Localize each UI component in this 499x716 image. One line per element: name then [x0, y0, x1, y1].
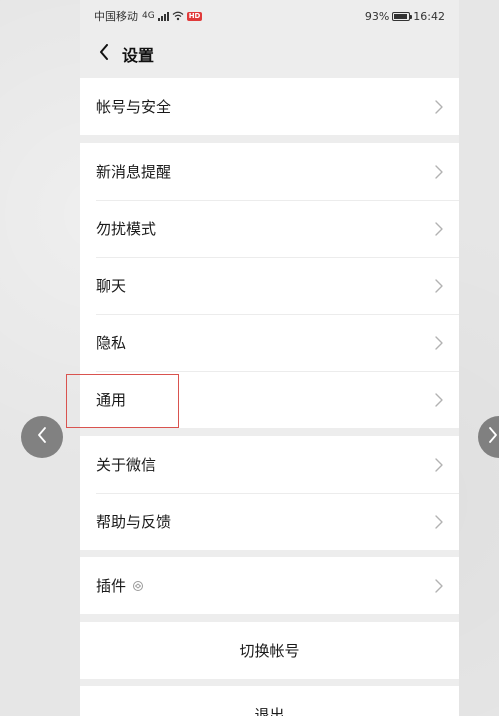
settings-item-general[interactable]: 通用	[80, 371, 459, 428]
settings-item-label: 插件	[96, 577, 127, 595]
gallery-prev-button[interactable]	[21, 416, 63, 458]
chevron-right-icon	[435, 457, 443, 472]
settings-group-general: 新消息提醒 勿扰模式 聊天 隐私 通用	[80, 143, 459, 428]
status-right: 93% 16:42	[365, 10, 445, 23]
chevron-right-icon	[435, 99, 443, 114]
chevron-left-icon	[99, 44, 109, 64]
logout-button[interactable]: 退出	[80, 686, 459, 716]
settings-item-label: 帐号与安全	[96, 98, 172, 116]
network-type: 4G	[142, 11, 155, 21]
settings-item-label: 聊天	[96, 277, 127, 295]
chevron-right-icon	[435, 278, 443, 293]
status-left: 中国移动 4G HD	[94, 8, 203, 24]
page-title: 设置	[122, 46, 155, 65]
chevron-right-icon	[435, 578, 443, 593]
chevron-right-icon	[435, 335, 443, 350]
logout-group: 退出	[80, 686, 459, 716]
settings-item-help-feedback[interactable]: 帮助与反馈	[80, 493, 459, 550]
settings-item-about-wechat[interactable]: 关于微信	[80, 436, 459, 493]
gallery-next-button[interactable]	[478, 416, 499, 458]
settings-item-chats[interactable]: 聊天	[80, 257, 459, 314]
viewer-background: 中国移动 4G HD 93% 16:42 设置 帐号与安全 新消息提醒 勿扰模式…	[0, 0, 499, 716]
wifi-icon	[172, 11, 184, 21]
settings-item-plugins[interactable]: 插件	[80, 557, 459, 614]
settings-group-about: 关于微信 帮助与反馈	[80, 436, 459, 550]
settings-group-account: 帐号与安全	[80, 78, 459, 135]
switch-account-button[interactable]: 切换帐号	[80, 622, 459, 679]
settings-group-plugins: 插件	[80, 557, 459, 614]
battery-percent: 93%	[364, 9, 390, 23]
settings-item-new-message-alerts[interactable]: 新消息提醒	[80, 143, 459, 200]
settings-item-account-security[interactable]: 帐号与安全	[80, 78, 459, 135]
settings-item-label: 隐私	[96, 334, 127, 352]
settings-item-privacy[interactable]: 隐私	[80, 314, 459, 371]
signal-icon	[157, 11, 169, 21]
carrier-label: 中国移动	[94, 10, 138, 23]
plugin-icon	[132, 580, 144, 592]
switch-account-label: 切换帐号	[239, 642, 300, 660]
settings-item-label: 勿扰模式	[96, 220, 157, 238]
chevron-right-icon	[435, 221, 443, 236]
chevron-right-icon	[435, 514, 443, 529]
settings-item-label: 关于微信	[96, 456, 157, 474]
chevron-right-icon	[488, 427, 498, 447]
clock: 16:42	[413, 9, 445, 23]
back-button[interactable]	[92, 42, 116, 66]
settings-item-label: 新消息提醒	[96, 163, 172, 181]
settings-item-label: 帮助与反馈	[96, 513, 172, 531]
status-bar: 中国移动 4G HD 93% 16:42	[80, 0, 459, 32]
switch-account-group: 切换帐号	[80, 622, 459, 679]
chevron-right-icon	[435, 164, 443, 179]
settings-item-label: 通用	[96, 391, 127, 409]
nav-bar: 设置	[80, 32, 459, 76]
settings-item-do-not-disturb[interactable]: 勿扰模式	[80, 200, 459, 257]
battery-fill	[394, 13, 408, 19]
chevron-right-icon	[435, 392, 443, 407]
battery-icon	[392, 11, 413, 21]
chevron-left-icon	[37, 427, 47, 447]
logout-label: 退出	[254, 706, 285, 716]
phone-screen: 中国移动 4G HD 93% 16:42 设置 帐号与安全 新消息提醒 勿扰模式…	[80, 0, 459, 716]
hd-badge: HD	[186, 11, 203, 21]
